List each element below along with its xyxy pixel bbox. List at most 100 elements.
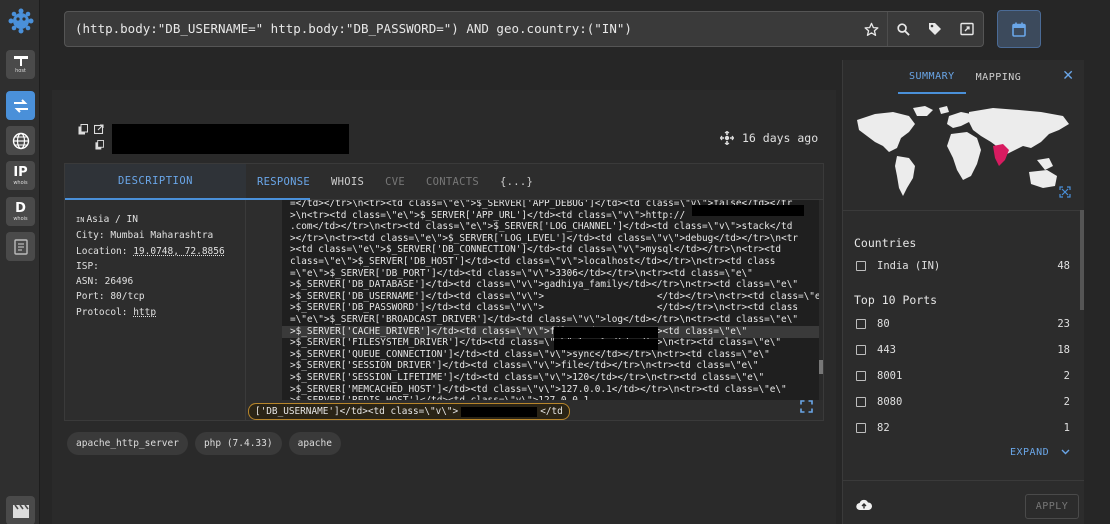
report-icon	[13, 238, 28, 255]
code-line: .com</td></tr>\n<tr><td class=\"e\">$_SE…	[290, 221, 793, 233]
protocol-link[interactable]: http	[133, 307, 156, 318]
search-icon	[897, 22, 910, 36]
favorite-button[interactable]	[855, 12, 887, 46]
globe-nav-button[interactable]	[6, 126, 35, 155]
tab-mapping[interactable]: MAPPING	[976, 60, 1022, 94]
domain-whois-label: D	[15, 200, 26, 216]
countries-title: Countries	[854, 236, 917, 250]
city: City: Mumbai Maharashtra	[76, 230, 214, 242]
response-code-view[interactable]: =</td></tr>\n<tr><td class=\"e\">$_SERVE…	[282, 200, 822, 400]
code-line: ><td class=\"e\">$_SERVER['DB_CONNECTION…	[290, 244, 782, 256]
port-count: 2	[1063, 370, 1070, 382]
tab-json[interactable]: {...}	[500, 176, 533, 188]
port-name: 8001	[877, 370, 903, 382]
tab-whois[interactable]: WHOIS	[331, 176, 364, 188]
cloud-upload-icon[interactable]	[856, 499, 872, 511]
tab-summary[interactable]: SUMMARY	[898, 60, 966, 94]
tag-chip[interactable]: apache_http_server	[67, 432, 188, 455]
port-count: 18	[1057, 344, 1070, 356]
code-line: >$_SERVER['DB_USERNAME']</td><td class=\…	[290, 290, 822, 302]
tag-button[interactable]	[919, 12, 951, 46]
country-count: 48	[1057, 260, 1070, 272]
location-link[interactable]: 19.0748, 72.8856	[133, 246, 225, 257]
tab-description[interactable]: DESCRIPTION	[65, 164, 246, 200]
protocol-label: Protocol:	[76, 306, 134, 318]
search-bar[interactable]: (http.body:"DB_USERNAME=" http.body:"DB_…	[64, 11, 984, 47]
redacted-password	[554, 339, 658, 350]
domain-whois-nav-button[interactable]: D whois	[6, 197, 35, 226]
port-filter-row[interactable]: 8080 2	[856, 394, 1070, 410]
right-gutter	[1084, 60, 1110, 524]
search-input[interactable]: (http.body:"DB_USERNAME=" http.body:"DB_…	[75, 21, 632, 36]
port-checkbox[interactable]	[856, 371, 866, 381]
code-line: >$_SERVER['SESSION_LIFETIME']</td><td cl…	[290, 372, 765, 383]
tag-chip[interactable]: php (7.4.33)	[194, 432, 282, 455]
host-icon	[13, 56, 28, 66]
tab-response[interactable]: RESPONSE	[257, 176, 310, 188]
country-filter-row[interactable]: India (IN) 48	[856, 258, 1070, 274]
expand-button[interactable]: EXPAND	[1010, 447, 1070, 458]
domain-whois-sublabel: whois	[13, 215, 28, 222]
app-logo-icon[interactable]	[8, 8, 34, 34]
fullscreen-icon[interactable]	[800, 400, 813, 413]
world-map[interactable]	[853, 102, 1075, 200]
tab-contacts[interactable]: CONTACTS	[426, 176, 479, 188]
code-line: >$_SERVER['FILESYSTEM_DRIVER']</td><td c…	[290, 337, 782, 349]
clapper-nav-button[interactable]	[6, 496, 35, 524]
swap-arrows-icon	[13, 98, 28, 113]
port-filter-row[interactable]: 8001 2	[856, 368, 1070, 384]
open-external-icon[interactable]	[94, 124, 104, 134]
timeline-icon	[720, 131, 734, 145]
code-scrollbar[interactable]	[819, 200, 823, 400]
port-checkbox[interactable]	[856, 319, 866, 329]
port-filter-row[interactable]: 80 23	[856, 316, 1070, 332]
globe-icon	[12, 132, 29, 149]
ip-whois-sublabel: whois	[13, 179, 28, 186]
host-label: host	[15, 68, 26, 74]
result-panel-header-strip	[52, 60, 836, 90]
export-button[interactable]	[951, 12, 983, 46]
copy-ip-icon[interactable]	[95, 140, 104, 150]
redacted-match-value	[461, 406, 538, 417]
code-line: class=\"e\">$_SERVER['DB_HOST']</td><td …	[290, 256, 776, 267]
port-checkbox[interactable]	[856, 345, 866, 355]
calendar-icon	[1012, 22, 1026, 37]
close-icon[interactable]: ✕	[1062, 68, 1074, 84]
tag-chip[interactable]: apache	[288, 432, 341, 455]
port-count: 1	[1063, 422, 1070, 434]
code-line: >$_SERVER['REDIS_HOST']</td><td class=\"…	[290, 395, 589, 400]
result-card: DESCRIPTION IN Asia / IN City: Mumbai Mah…	[64, 163, 824, 421]
port-filter-row[interactable]: 82 1	[856, 420, 1070, 436]
country-checkbox[interactable]	[856, 261, 866, 271]
summary-tabs: SUMMARY MAPPING	[843, 60, 1085, 94]
copy-icon[interactable]	[78, 124, 88, 135]
search-match-pill[interactable]: ['DB_USERNAME']</td><td class=\"v\"> </td	[248, 403, 570, 420]
code-scroll-thumb[interactable]	[819, 360, 823, 374]
calendar-button[interactable]	[997, 10, 1041, 48]
swap-nav-button[interactable]	[6, 91, 35, 120]
port-name: 80	[877, 318, 890, 330]
search-button[interactable]	[887, 12, 919, 46]
map-expand-icon[interactable]	[1059, 186, 1071, 198]
apply-button[interactable]: APPLY	[1025, 494, 1079, 519]
asn: ASN: 26496	[76, 276, 134, 288]
time-ago-text: 16 days ago	[742, 131, 819, 145]
redacted-url	[692, 205, 804, 216]
country-code: IN	[76, 216, 85, 224]
port-checkbox[interactable]	[856, 397, 866, 407]
code-line: =\"e\">$_SERVER['BROADCAST_DRIVER']</td>…	[290, 314, 798, 325]
country-name: India (IN)	[877, 260, 941, 272]
isp: ISP:	[76, 260, 99, 272]
reports-nav-button[interactable]	[6, 232, 35, 261]
port-checkbox[interactable]	[856, 423, 866, 433]
code-line: >\n<tr><td class=\"e\">$_SERVER['APP_URL…	[290, 209, 686, 221]
clapperboard-icon	[12, 504, 29, 518]
port-filter-row[interactable]: 443 18	[856, 342, 1070, 358]
ip-whois-nav-button[interactable]: IP whois	[6, 161, 35, 190]
detail-tabs: RESPONSE WHOIS CVE CONTACTS {...}	[246, 164, 823, 200]
tab-cve[interactable]: CVE	[385, 176, 405, 188]
port: Port: 80/tcp	[76, 291, 145, 303]
code-line: >$_SERVER['DB_PASSWORD']</td><td class=\…	[290, 302, 798, 314]
search-actions	[855, 12, 983, 46]
host-nav-button[interactable]: host	[6, 50, 35, 79]
